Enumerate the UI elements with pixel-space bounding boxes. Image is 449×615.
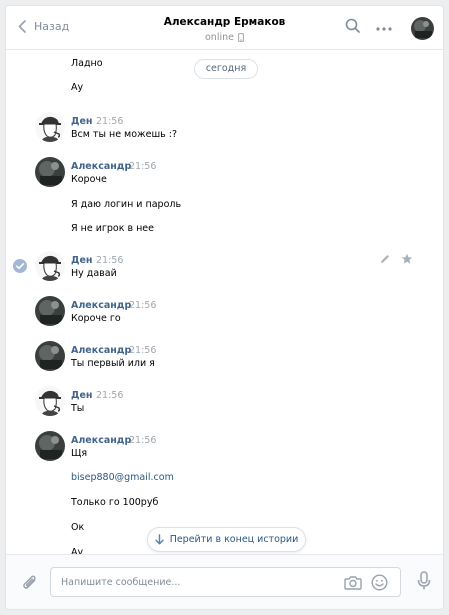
composer — [6, 554, 443, 609]
message-text: Ну давай — [71, 268, 117, 279]
goto-end-label: Перейти в конец истории — [169, 534, 299, 545]
author-avatar-den[interactable] — [35, 112, 65, 142]
message-time: 21:56 — [96, 116, 124, 127]
author-avatar-aleksandr[interactable] — [35, 341, 65, 371]
check-icon[interactable] — [13, 259, 27, 273]
message-time: 21:56 — [129, 435, 157, 446]
paperclip-icon[interactable] — [21, 572, 39, 592]
message-time: 21:56 — [129, 300, 157, 311]
message-author[interactable]: Александр — [71, 161, 131, 172]
message-text: Щя — [71, 448, 88, 459]
arrow-down-icon — [154, 534, 164, 545]
message-author[interactable]: Ден — [71, 116, 92, 127]
message-input[interactable] — [61, 574, 331, 591]
message-text: Ау — [71, 547, 84, 554]
message-text: Я не игрок в нее — [71, 223, 154, 234]
message-time: 21:56 — [129, 161, 157, 172]
star-icon[interactable] — [401, 253, 413, 265]
chat-header: Назад Александр Ермаков online — [6, 6, 443, 50]
message-text: Всм ты не можешь :? — [71, 129, 177, 140]
message-text: Ок — [71, 522, 85, 533]
email-link[interactable]: bisep880@gmail.com — [71, 472, 174, 483]
message-time: 21:56 — [96, 390, 124, 401]
mobile-phone-icon — [238, 33, 244, 42]
message-input-box[interactable] — [50, 567, 401, 597]
message-author[interactable]: Александр — [71, 435, 131, 446]
peer-status: online — [205, 32, 244, 43]
author-avatar-aleksandr[interactable] — [35, 431, 65, 461]
peer-status-text: online — [205, 32, 234, 43]
message-text: Короче го — [71, 313, 121, 324]
message-time: 21:56 — [96, 255, 124, 266]
goto-end-button[interactable]: Перейти в конец истории — [147, 527, 306, 552]
smile-icon[interactable] — [371, 574, 388, 591]
search-icon[interactable] — [345, 18, 361, 34]
message-text: Ладно — [71, 58, 103, 69]
author-avatar-aleksandr[interactable] — [35, 157, 65, 187]
message-time: 21:56 — [129, 345, 157, 356]
author-avatar-aleksandr[interactable] — [35, 296, 65, 326]
author-avatar-den[interactable] — [35, 251, 65, 281]
peer-avatar[interactable] — [411, 17, 434, 40]
chat-window: Назад Александр Ермаков online сегодня Л… — [5, 5, 444, 610]
author-avatar-den[interactable] — [35, 386, 65, 416]
message-author[interactable]: Александр — [71, 345, 131, 356]
camera-icon[interactable] — [344, 575, 362, 590]
message-author[interactable]: Ден — [71, 390, 92, 401]
message-text: Ты первый или я — [71, 358, 155, 369]
pencil-icon[interactable] — [379, 253, 391, 265]
microphone-icon[interactable] — [417, 571, 431, 591]
message-text: Короче — [71, 174, 107, 185]
message-text: Я даю логин и пароль — [71, 199, 182, 210]
message-author[interactable]: Ден — [71, 255, 92, 266]
message-text: Ау — [71, 82, 84, 93]
date-divider: сегодня — [194, 59, 258, 79]
more-icon[interactable] — [376, 27, 392, 31]
message-text: Только го 100руб — [71, 497, 159, 508]
message-history[interactable]: сегодня Ладно Ау Ден 21:56 Всм ты не мож… — [6, 51, 443, 554]
message-author[interactable]: Александр — [71, 300, 131, 311]
message-text: Ты — [71, 403, 85, 414]
